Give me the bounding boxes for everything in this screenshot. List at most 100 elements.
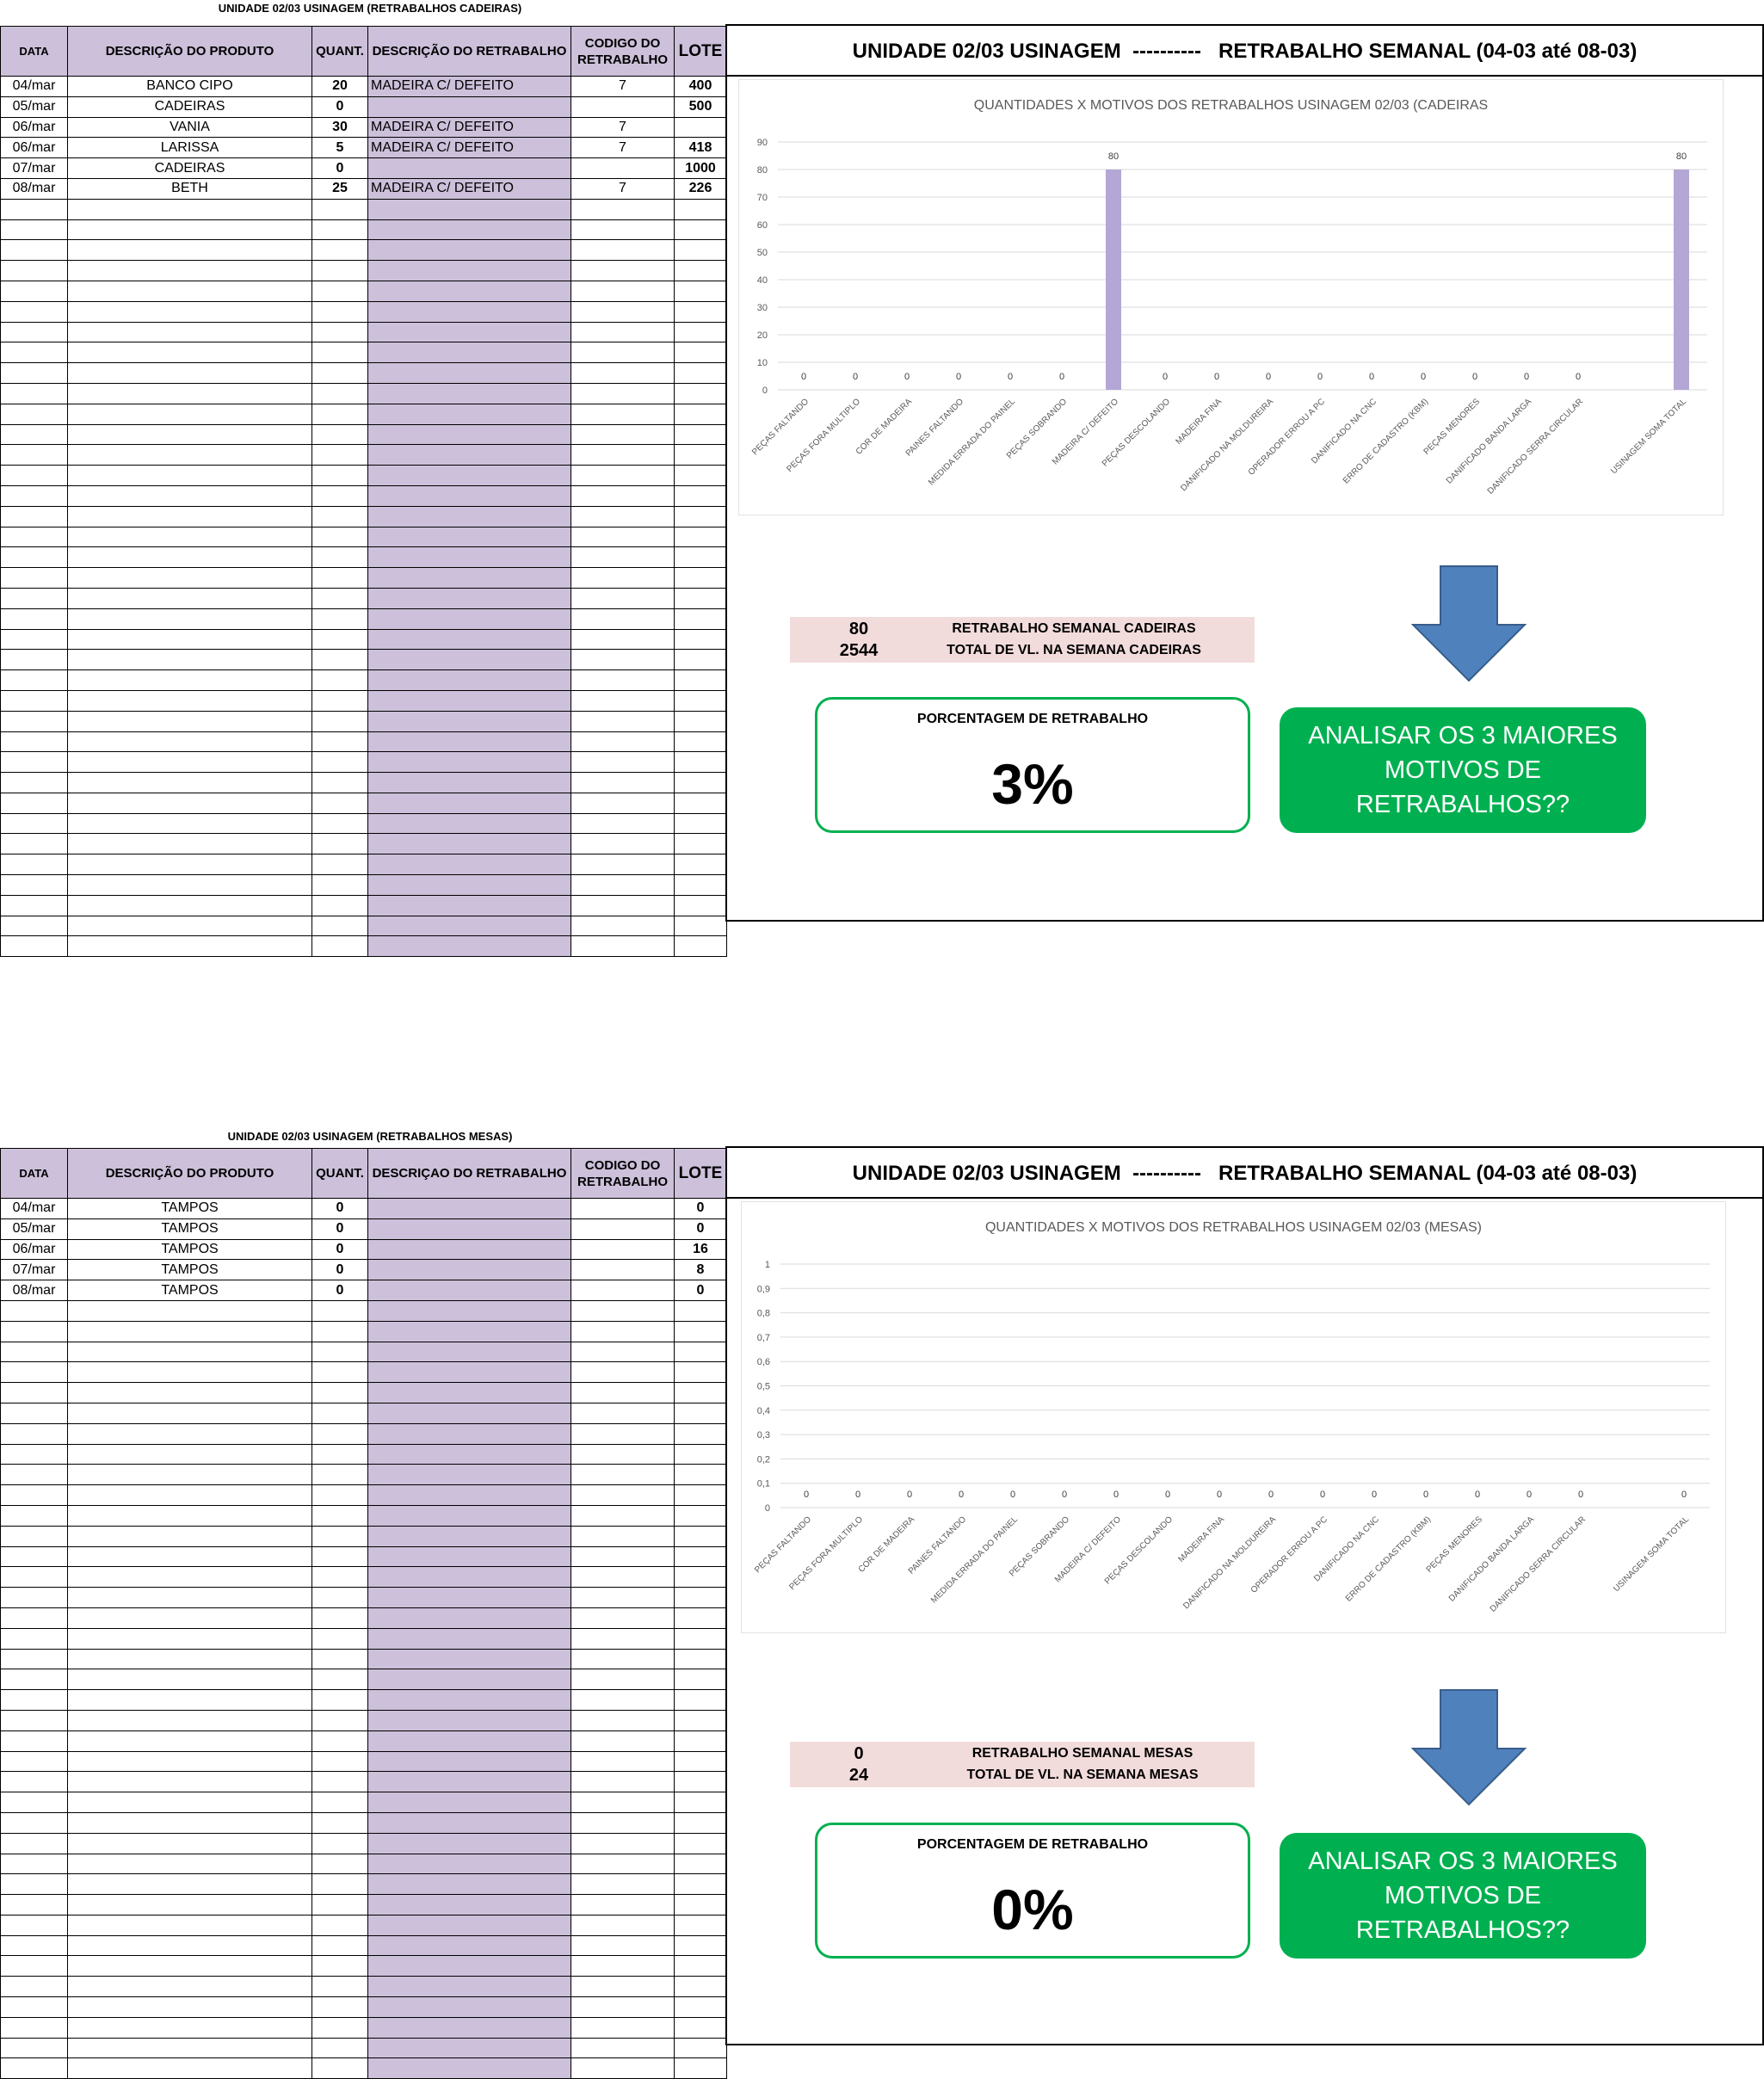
analyze-top-reasons-button[interactable]: ANALISAR OS 3 MAIORES MOTIVOS DE RETRABA… [1280, 707, 1646, 833]
cell-produto[interactable] [67, 423, 312, 446]
cell-quant[interactable] [311, 2057, 368, 2079]
cell-quant[interactable]: 0 [311, 1238, 368, 1261]
cell-produto[interactable] [67, 874, 312, 896]
cell-quant[interactable]: 0 [311, 1280, 368, 1301]
cell-lote[interactable]: 8 [674, 1259, 727, 1281]
cell-quant[interactable] [311, 751, 368, 774]
cell-retrabalho[interactable] [367, 1955, 571, 1977]
cell-quant[interactable]: 0 [311, 1259, 368, 1281]
cell-data[interactable] [0, 1525, 68, 1547]
analyze-top-reasons-button[interactable]: ANALISAR OS 3 MAIORES MOTIVOS DE RETRABA… [1280, 1833, 1646, 1959]
cell-quant[interactable] [311, 608, 368, 630]
cell-codigo[interactable] [571, 1955, 675, 1977]
cell-data[interactable] [0, 649, 68, 671]
cell-lote[interactable] [674, 1525, 727, 1547]
cell-codigo[interactable] [571, 1280, 675, 1301]
cell-data[interactable] [0, 239, 68, 262]
cell-produto[interactable] [67, 1771, 312, 1793]
cell-data[interactable] [0, 1464, 68, 1486]
cell-quant[interactable] [311, 567, 368, 589]
cell-produto[interactable] [67, 689, 312, 712]
cell-data[interactable] [0, 710, 68, 732]
cell-produto[interactable] [67, 382, 312, 404]
cell-data[interactable] [0, 1750, 68, 1773]
cell-data[interactable] [0, 608, 68, 630]
cell-quant[interactable] [311, 423, 368, 446]
cell-produto[interactable] [67, 731, 312, 753]
cell-codigo[interactable] [571, 915, 675, 937]
cell-quant[interactable] [311, 1955, 368, 1977]
cell-lote[interactable] [674, 1811, 727, 1834]
cell-produto[interactable] [67, 2057, 312, 2079]
cell-codigo[interactable] [571, 710, 675, 732]
cell-quant[interactable] [311, 1996, 368, 2018]
cell-retrabalho[interactable] [367, 894, 571, 916]
cell-data[interactable] [0, 444, 68, 466]
cell-lote[interactable] [674, 362, 727, 384]
cell-quant[interactable] [311, 1299, 368, 1322]
cell-produto[interactable] [67, 198, 312, 220]
cell-data[interactable] [0, 321, 68, 343]
cell-codigo[interactable] [571, 526, 675, 548]
cell-retrabalho[interactable] [367, 465, 571, 486]
cell-quant[interactable]: 5 [311, 137, 368, 159]
cell-quant[interactable] [311, 649, 368, 671]
cell-lote[interactable] [674, 505, 727, 527]
cell-quant[interactable] [311, 935, 368, 958]
cell-codigo[interactable] [571, 1976, 675, 1998]
cell-lote[interactable] [674, 1504, 727, 1527]
cell-produto[interactable]: LARISSA [67, 137, 312, 159]
cell-codigo[interactable] [571, 894, 675, 916]
cell-produto[interactable] [67, 2016, 312, 2039]
cell-data[interactable] [0, 280, 68, 302]
cell-codigo[interactable] [571, 1894, 675, 1916]
cell-lote[interactable] [674, 1648, 727, 1670]
cell-retrabalho[interactable] [367, 710, 571, 732]
cell-codigo[interactable] [571, 1730, 675, 1752]
cell-lote[interactable] [674, 1566, 727, 1589]
cell-produto[interactable] [67, 1545, 312, 1568]
cell-data[interactable] [0, 567, 68, 589]
cell-codigo[interactable] [571, 1669, 675, 1691]
cell-lote[interactable] [674, 444, 727, 466]
cell-quant[interactable] [311, 1382, 368, 1403]
cell-produto[interactable] [67, 1955, 312, 1977]
cell-quant[interactable] [311, 731, 368, 753]
cell-data[interactable] [0, 260, 68, 281]
cell-codigo[interactable] [571, 1832, 675, 1854]
cell-retrabalho[interactable] [367, 1402, 571, 1424]
cell-lote[interactable] [674, 772, 727, 793]
cell-quant[interactable] [311, 1566, 368, 1589]
cell-codigo[interactable] [571, 649, 675, 671]
cell-produto[interactable] [67, 1627, 312, 1650]
cell-retrabalho[interactable] [367, 1320, 571, 1342]
cell-codigo[interactable] [571, 96, 675, 118]
cell-produto[interactable] [67, 1587, 312, 1608]
cell-data[interactable]: 04/mar [0, 76, 68, 97]
cell-lote[interactable] [674, 1689, 727, 1711]
cell-data[interactable] [0, 1341, 68, 1363]
cell-produto[interactable] [67, 1894, 312, 1916]
cell-lote[interactable]: 226 [674, 177, 727, 200]
cell-lote[interactable] [674, 1545, 727, 1568]
cell-quant[interactable] [311, 587, 368, 609]
cell-codigo[interactable] [571, 1422, 675, 1445]
cell-produto[interactable] [67, 772, 312, 793]
cell-lote[interactable] [674, 1934, 727, 1957]
cell-produto[interactable] [67, 1484, 312, 1506]
cell-retrabalho[interactable] [367, 342, 571, 364]
cell-retrabalho[interactable] [367, 1832, 571, 1854]
cell-lote[interactable] [674, 1730, 727, 1752]
cell-quant[interactable] [311, 874, 368, 896]
cell-quant[interactable] [311, 1504, 368, 1527]
cell-quant[interactable] [311, 1771, 368, 1793]
cell-quant[interactable] [311, 1730, 368, 1752]
cell-produto[interactable] [67, 1996, 312, 2018]
cell-codigo[interactable] [571, 280, 675, 302]
cell-retrabalho[interactable] [367, 505, 571, 527]
cell-retrabalho[interactable]: MADEIRA C/ DEFEITO [367, 177, 571, 200]
cell-lote[interactable]: 418 [674, 137, 727, 159]
cell-codigo[interactable] [571, 1238, 675, 1261]
cell-data[interactable] [0, 1607, 68, 1629]
cell-quant[interactable] [311, 1750, 368, 1773]
